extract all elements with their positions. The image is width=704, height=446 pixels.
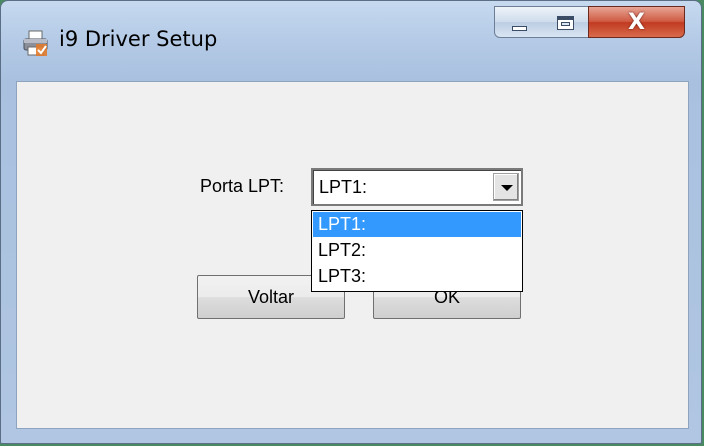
port-label: Porta LPT:: [200, 176, 285, 196]
close-icon: X: [628, 9, 645, 35]
port-select[interactable]: LPT1:: [311, 168, 523, 206]
dropdown-option-lpt3[interactable]: LPT3:: [313, 264, 521, 289]
maximize-button[interactable]: [543, 6, 589, 38]
chevron-down-icon[interactable]: [493, 173, 519, 201]
title-bar[interactable]: i9 Driver Setup X: [1, 1, 701, 81]
minimize-button[interactable]: [494, 6, 544, 38]
close-button[interactable]: X: [588, 6, 685, 38]
dropdown-option-lpt1[interactable]: LPT1:: [313, 212, 521, 237]
port-select-value: LPT1:: [319, 177, 368, 197]
maximize-icon: [557, 16, 574, 30]
window-title: i9 Driver Setup: [59, 27, 218, 51]
dropdown-option-lpt2[interactable]: LPT2:: [313, 238, 521, 263]
port-dropdown-list: LPT1: LPT2: LPT3:: [311, 210, 523, 292]
printer-icon: [21, 28, 51, 58]
minimize-icon: [512, 26, 527, 31]
